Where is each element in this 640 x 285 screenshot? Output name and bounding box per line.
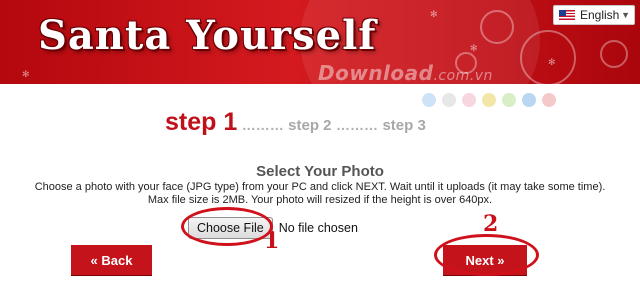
snowflake-icon: ✻	[470, 43, 478, 53]
watermark-suffix-text: .com.vn	[433, 68, 493, 84]
dropdown-caret-icon: ▼	[621, 10, 630, 20]
decorative-dots	[422, 93, 556, 107]
decor-dot	[542, 93, 556, 107]
download-watermark: Download.com.vn	[318, 61, 493, 84]
instructions-line-1: Choose a photo with your face (JPG type)…	[34, 181, 606, 193]
step-separator: ………	[335, 117, 378, 133]
step-1-label: step 1	[165, 108, 238, 136]
decor-dot	[482, 93, 496, 107]
decor-dot	[462, 93, 476, 107]
step-indicator: step 1 ……… step 2 ……… step 3	[165, 108, 426, 137]
decor-dot	[522, 93, 536, 107]
language-selector[interactable]: English ▼	[553, 5, 635, 25]
page-title: Select Your Photo	[256, 163, 384, 180]
decor-dot	[442, 93, 456, 107]
header-banner: ✻ ✻ ✻ ✻ ✻ Santa Yourself Download.com.vn	[0, 0, 640, 84]
highlight-circle-1	[181, 207, 273, 246]
language-label: English	[580, 8, 620, 22]
snowflake-icon: ✻	[548, 57, 556, 67]
snowflake-icon: ✻	[430, 9, 438, 19]
instructions-text: Choose a photo with your face (JPG type)…	[0, 181, 640, 207]
site-logo[interactable]: Santa Yourself	[38, 12, 377, 59]
decor-dot	[422, 93, 436, 107]
file-status-text: No file chosen	[278, 221, 358, 235]
step-3-label: step 3	[382, 117, 426, 134]
snowflake-icon: ✻	[22, 69, 30, 79]
back-button[interactable]: « Back	[71, 245, 152, 275]
ornament-decoration	[480, 10, 514, 44]
step-2-label: step 2	[288, 117, 332, 134]
annotation-number-1: 1	[264, 228, 280, 254]
decor-dot	[502, 93, 516, 107]
instructions-line-2: Max file size is 2MB. Your photo will re…	[147, 194, 493, 206]
watermark-main-text: Download	[318, 61, 434, 84]
us-flag-icon	[559, 10, 575, 20]
ornament-decoration	[600, 40, 628, 68]
highlight-circle-2	[434, 234, 539, 276]
step-separator: ………	[241, 117, 284, 133]
